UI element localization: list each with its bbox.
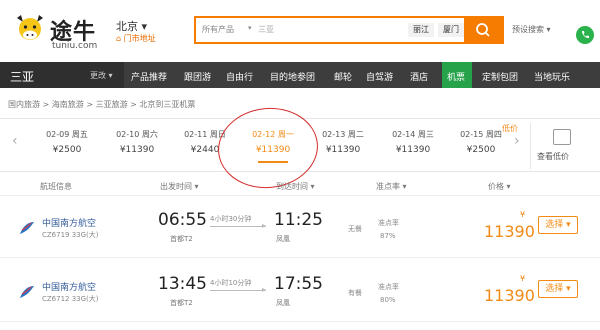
arrival-time: 17:55: [274, 274, 323, 294]
search-tag-lijiang[interactable]: 丽江: [408, 23, 434, 37]
sort-price[interactable]: 价格 ▾: [488, 181, 511, 192]
search-tag-xiamen[interactable]: 厦门: [438, 23, 464, 37]
nav-item-hotel[interactable]: 酒店: [410, 70, 428, 83]
search-input[interactable]: 三亚: [258, 24, 274, 35]
main-nav: 三亚 更改 ▾ 产品推荐 跟团游 自由行 目的地参团 邮轮 自驾游 酒店 机票 …: [0, 62, 600, 88]
airline-logo-icon: [20, 286, 34, 298]
nav-item-flights[interactable]: 机票: [447, 70, 465, 83]
select-button[interactable]: 选择 ▾: [538, 216, 578, 234]
departure-time: 13:45: [158, 274, 207, 294]
date-label: 02-12 周一: [252, 130, 294, 139]
search-button[interactable]: [464, 18, 502, 42]
date-label: 02-14 周三: [392, 130, 434, 139]
date-label: 02-10 周六: [116, 130, 158, 139]
date-strip: ‹ 02-09 周五 ¥2500 02-10 周六 ¥11390 02-11 周…: [0, 118, 600, 172]
date-option-selected[interactable]: 02-12 周一 ¥11390: [240, 129, 306, 155]
flight-price: 11390: [484, 286, 535, 305]
cow-logo-icon: [17, 15, 43, 40]
on-time-label: 准点率: [378, 219, 399, 227]
store-address-link[interactable]: ⌂ 门市地址: [116, 33, 156, 44]
flight-duration: 4小时30分钟: [210, 215, 252, 223]
change-city-button[interactable]: 更改 ▾: [90, 70, 113, 81]
calendar-label: 查看低价: [537, 152, 569, 161]
date-option[interactable]: 02-10 周六 ¥11390: [104, 129, 170, 155]
nav-item-group-tour[interactable]: 跟团游: [184, 70, 211, 83]
column-flight-info: 航班信息: [40, 182, 72, 191]
search-box: 所有产品 ▾ 三亚 丽江 厦门: [194, 16, 504, 44]
duration-line: [210, 290, 266, 291]
on-time-label: 准点率: [378, 283, 399, 291]
date-price: ¥2440: [190, 145, 220, 155]
flight-price: 11390: [484, 222, 535, 241]
sort-on-time-rate[interactable]: 准点率 ▾: [376, 181, 407, 192]
nav-item-local-group[interactable]: 目的地参团: [270, 70, 315, 83]
date-label: 02-09 周五: [46, 130, 88, 139]
date-price: ¥11390: [395, 145, 431, 155]
header-link[interactable]: 预设搜索 ▾: [512, 24, 551, 35]
nav-item-local-fun[interactable]: 当地玩乐: [534, 70, 570, 83]
chevron-left-icon[interactable]: ‹: [12, 133, 18, 149]
date-label: 02-11 周日: [184, 130, 226, 139]
airline-name[interactable]: 中国南方航空: [42, 280, 96, 293]
arrow-right-icon: ▸: [262, 221, 267, 230]
flight-row: 中国南方航空 CZ6719 33G(大) 06:55 首都T2 4小时30分钟 …: [0, 202, 600, 258]
meal-info: 有餐: [348, 289, 362, 297]
selected-date-underline: [258, 161, 288, 163]
airline-name[interactable]: 中国南方航空: [42, 216, 96, 229]
search-icon: [476, 23, 490, 37]
nav-item-cruise[interactable]: 邮轮: [334, 70, 352, 83]
nav-city-block: 三亚 更改 ▾: [0, 62, 124, 88]
phone-icon[interactable]: [576, 26, 594, 44]
date-option[interactable]: 02-13 周二 ¥11390: [310, 129, 376, 155]
meal-info: 无餐: [348, 225, 362, 233]
nav-item-free-travel[interactable]: 自由行: [226, 70, 253, 83]
date-option[interactable]: 02-11 周日 ¥2440: [172, 129, 238, 155]
on-time-rate: 87%: [380, 232, 396, 240]
sort-arrival-time[interactable]: 到达时间 ▾: [276, 181, 315, 192]
arrival-airport: 凤凰: [276, 299, 290, 307]
flight-code: CZ6712 33G(大): [42, 295, 99, 303]
breadcrumb[interactable]: 国内旅游 > 海南旅游 > 三亚旅游 > 北京到三亚机票: [8, 99, 195, 110]
nav-city-name: 三亚: [10, 70, 35, 84]
tuniu-logo[interactable]: 途牛 tuniu.com: [14, 12, 104, 52]
logo-domain: tuniu.com: [52, 41, 98, 51]
date-label: 02-13 周二: [322, 130, 364, 139]
chevron-right-icon[interactable]: ›: [514, 133, 520, 149]
arrival-time: 11:25: [274, 210, 323, 230]
flight-row: 中国南方航空 CZ6712 33G(大) 13:45 首都T2 4小时10分钟 …: [0, 266, 600, 322]
departure-airport: 首都T2: [170, 235, 193, 243]
nav-item-custom-tour[interactable]: 定制包团: [482, 70, 518, 83]
calendar-icon: [553, 129, 571, 145]
currency-symbol: ¥: [520, 274, 526, 283]
nav-item-self-drive[interactable]: 自驾游: [366, 70, 393, 83]
flight-code: CZ6719 33G(大): [42, 231, 99, 239]
arrival-airport: 凤凰: [276, 235, 290, 243]
sort-departure-time[interactable]: 出发时间 ▾: [160, 181, 199, 192]
date-price: ¥11390: [255, 145, 291, 155]
flight-table-header: 航班信息 出发时间 ▾ 到达时间 ▾ 准点率 ▾ 价格 ▾: [0, 176, 600, 196]
arrow-right-icon: ▸: [262, 285, 267, 294]
nav-item-recommend[interactable]: 产品推荐: [131, 70, 167, 83]
select-button[interactable]: 选择 ▾: [538, 280, 578, 298]
date-price: ¥11390: [325, 145, 361, 155]
departure-time: 06:55: [158, 210, 207, 230]
on-time-rate: 80%: [380, 296, 396, 304]
date-option[interactable]: 02-14 周三 ¥11390: [380, 129, 446, 155]
duration-line: [210, 226, 266, 227]
date-price: ¥11390: [119, 145, 155, 155]
site-header: 途牛 tuniu.com 北京 ▾ ⌂ 门市地址 所有产品 ▾ 三亚 丽江 厦门…: [0, 0, 600, 62]
date-price: ¥2500: [466, 145, 496, 155]
city-selector[interactable]: 北京 ▾: [116, 18, 147, 34]
flight-duration: 4小时10分钟: [210, 279, 252, 287]
departure-airport: 首都T2: [170, 299, 193, 307]
chevron-down-icon: ▾: [248, 24, 252, 32]
search-category-select[interactable]: 所有产品: [202, 24, 234, 35]
currency-symbol: ¥: [520, 210, 526, 219]
airline-logo-icon: [20, 222, 34, 234]
date-price: ¥2500: [52, 145, 82, 155]
view-low-price-calendar[interactable]: 查看低价: [530, 123, 592, 169]
date-option[interactable]: 02-09 周五 ¥2500: [34, 129, 100, 155]
